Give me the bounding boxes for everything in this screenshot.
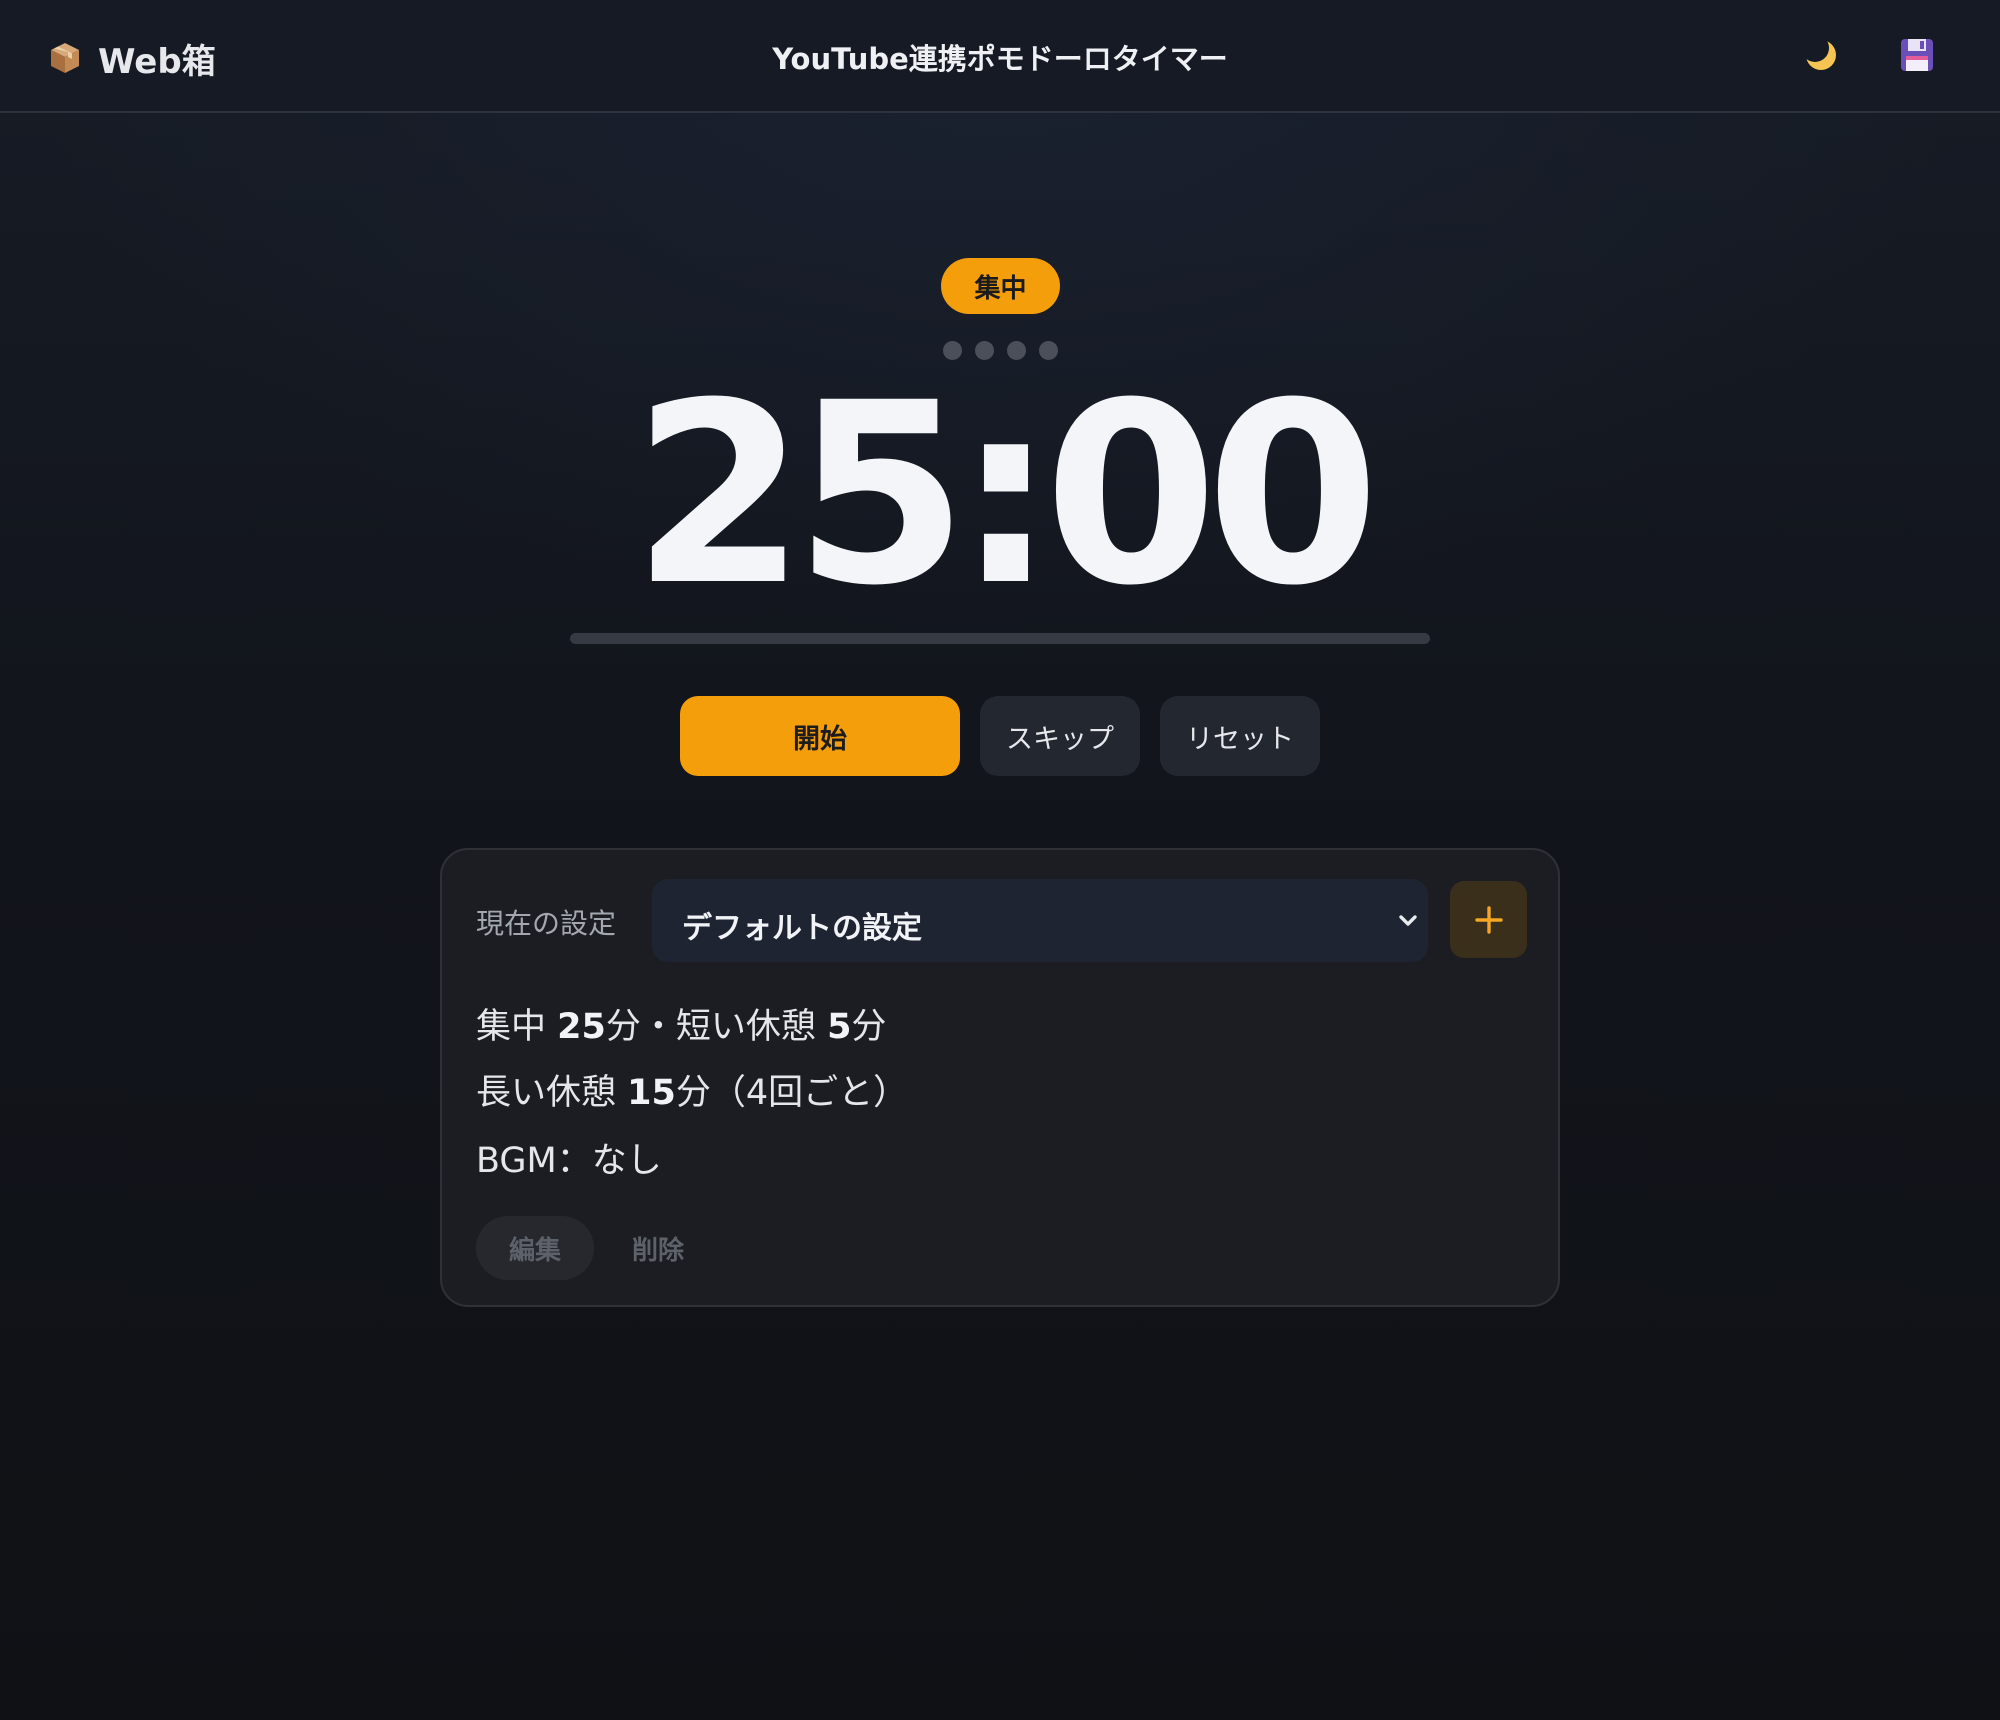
focus-label: 集中 xyxy=(476,1007,547,1047)
delete-button[interactable]: 削除 xyxy=(618,1216,698,1280)
floppy-disk-icon xyxy=(1901,39,1933,71)
app-header: Web箱 YouTube連携ポモドーロタイマー xyxy=(0,0,2000,113)
page-title: YouTube連携ポモドーロタイマー xyxy=(772,42,1228,76)
edit-button[interactable]: 編集 xyxy=(476,1216,594,1280)
focus-value: 25 xyxy=(557,1007,606,1047)
theme-toggle-button[interactable] xyxy=(1796,30,1846,80)
bgm-info: BGM：なし xyxy=(476,1141,662,1181)
focus-unit: 分 xyxy=(605,1007,641,1047)
start-button[interactable]: 開始 xyxy=(680,696,960,776)
interval-note: （4回ごと） xyxy=(710,1073,909,1113)
focus-short-break-info: 集中 25分・短い休憩 5分 xyxy=(476,998,886,1049)
timer-controls: 開始 スキップ リセット xyxy=(0,696,2000,776)
short-break-unit: 分 xyxy=(851,1007,887,1047)
crescent-moon-icon xyxy=(1806,40,1836,70)
skip-button[interactable]: スキップ xyxy=(980,696,1140,776)
plus-icon xyxy=(1474,905,1503,934)
reset-button[interactable]: リセット xyxy=(1160,696,1320,776)
long-break-info: 長い休憩 15分（4回ごと） xyxy=(476,1064,908,1115)
short-break-label: 短い休憩 xyxy=(675,1007,816,1047)
chevron-down-icon xyxy=(1399,915,1417,926)
preset-select[interactable]: デフォルトの設定 xyxy=(652,879,1428,962)
long-break-unit: 分 xyxy=(675,1073,711,1113)
short-break-value: 5 xyxy=(827,1007,852,1047)
add-preset-button[interactable] xyxy=(1450,881,1527,958)
settings-label: 現在の設定 xyxy=(476,907,617,940)
save-button[interactable] xyxy=(1892,30,1942,80)
progress-bar xyxy=(570,633,1430,644)
long-break-value: 15 xyxy=(627,1073,676,1113)
preset-select-value: デフォルトの設定 xyxy=(682,911,922,946)
phase-badge: 集中 xyxy=(941,258,1060,314)
separator: ・ xyxy=(640,1007,676,1047)
timer-display: 25:00 xyxy=(632,349,1380,640)
settings-card: 現在の設定 デフォルトの設定 集中 25分・短い休憩 5分 長い休憩 15分（4… xyxy=(440,848,1560,1307)
long-break-label: 長い休憩 xyxy=(476,1073,617,1113)
